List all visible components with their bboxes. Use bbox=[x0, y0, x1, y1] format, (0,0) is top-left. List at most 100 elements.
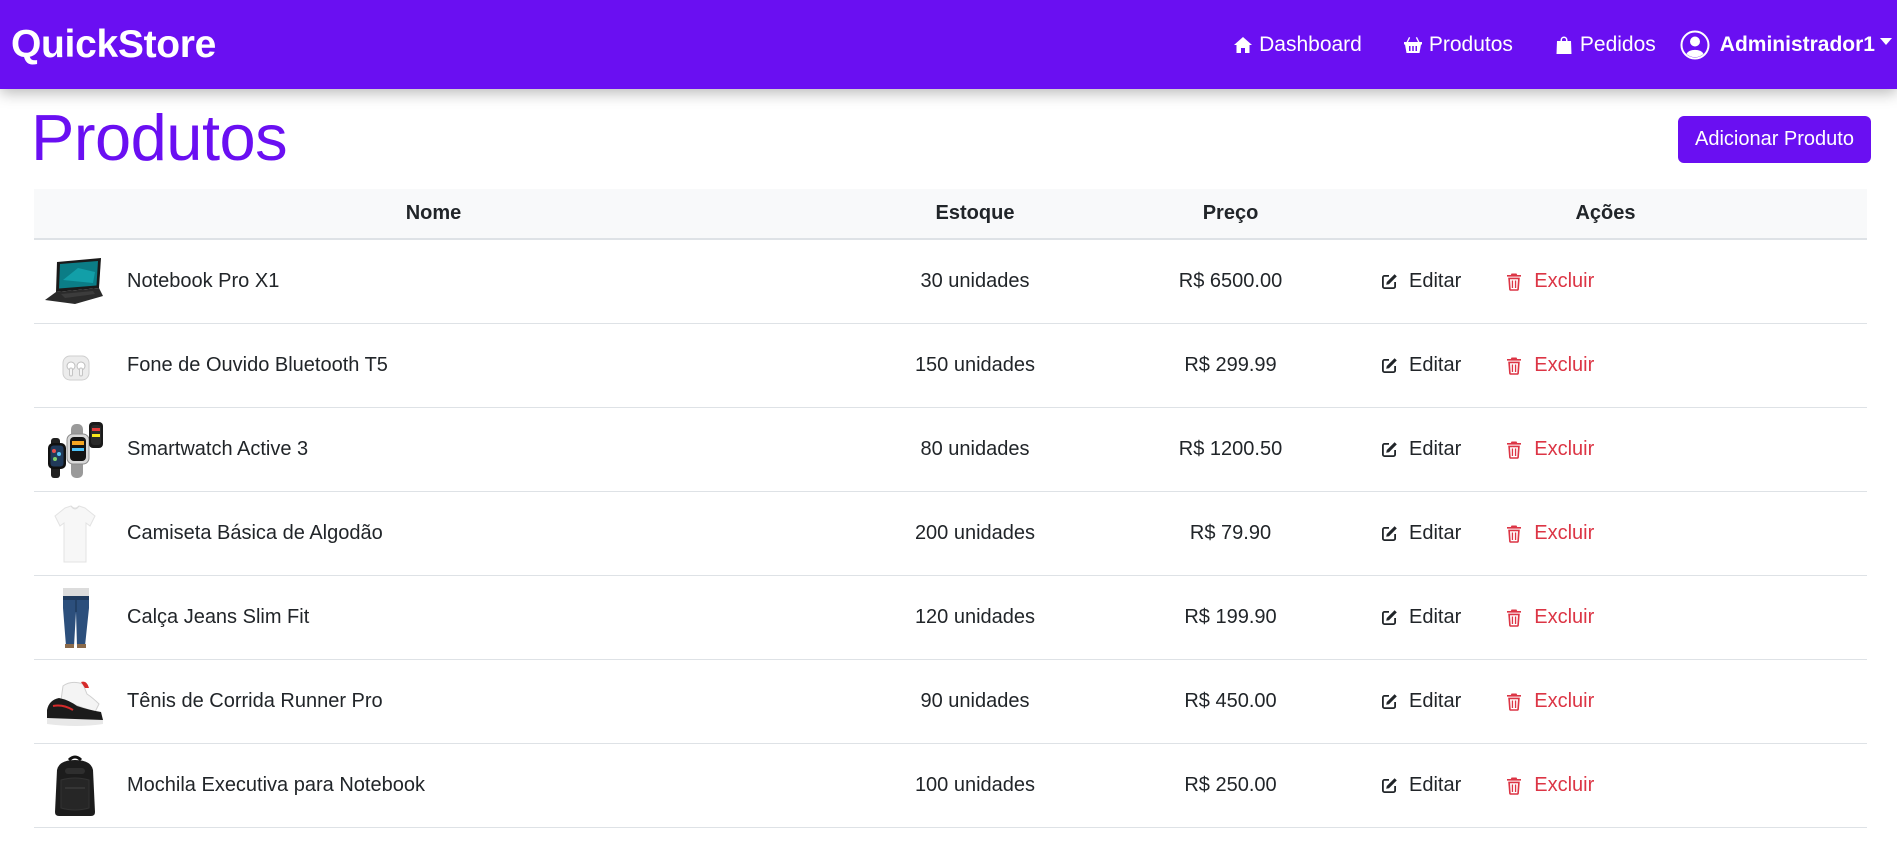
edit-icon bbox=[1382, 609, 1397, 625]
product-stock: 90 unidades bbox=[920, 690, 1030, 712]
product-name: Notebook Pro X1 bbox=[127, 270, 280, 292]
trash-icon bbox=[1507, 357, 1522, 375]
edit-icon bbox=[1382, 357, 1397, 373]
delete-button[interactable]: Excluir bbox=[1504, 522, 1594, 545]
product-stock: 200 unidades bbox=[914, 522, 1036, 544]
add-product-button[interactable]: Adicionar Produto bbox=[1678, 116, 1871, 163]
edit-label: Editar bbox=[1409, 690, 1462, 712]
edit-label: Editar bbox=[1409, 270, 1462, 292]
earbuds-image bbox=[43, 334, 107, 398]
product-stock: 100 unidades bbox=[914, 774, 1036, 796]
user-menu-dropdown[interactable]: Administrador1 bbox=[1680, 30, 1892, 60]
delete-label: Excluir bbox=[1534, 774, 1595, 796]
product-price: R$ 450.00 bbox=[1184, 690, 1277, 712]
nav-dashboard-label: Dashboard bbox=[1259, 32, 1362, 56]
product-name: Smartwatch Active 3 bbox=[127, 438, 309, 460]
top-navbar: QuickStore Dashboard Produtos Pedidos Ad… bbox=[0, 0, 1897, 89]
page-title: Produtos bbox=[31, 101, 288, 174]
laptop-image bbox=[43, 250, 107, 314]
edit-button[interactable]: Editar bbox=[1379, 270, 1461, 293]
nav-orders[interactable]: Pedidos bbox=[1554, 33, 1656, 57]
delete-button[interactable]: Excluir bbox=[1504, 690, 1594, 713]
delete-label: Excluir bbox=[1534, 438, 1595, 460]
user-name: Administrador1 bbox=[1719, 32, 1875, 56]
delete-label: Excluir bbox=[1534, 522, 1595, 544]
delete-button[interactable]: Excluir bbox=[1504, 774, 1594, 797]
table-row-2: Fone de Ouvido Bluetooth T5 150 unidades… bbox=[34, 324, 1867, 408]
product-price: R$ 250.00 bbox=[1184, 774, 1277, 796]
trash-icon bbox=[1507, 609, 1522, 627]
delete-label: Excluir bbox=[1534, 270, 1595, 292]
table-row-6: Tênis de Corrida Runner Pro 90 unidades … bbox=[34, 660, 1867, 744]
table-row-5: Calça Jeans Slim Fit 120 unidades R$ 199… bbox=[34, 576, 1867, 660]
sneaker-image bbox=[43, 670, 107, 734]
trash-icon bbox=[1507, 273, 1522, 291]
header-stock: Estoque bbox=[935, 202, 1015, 224]
shopping-bag-icon bbox=[1556, 36, 1572, 54]
product-stock: 80 unidades bbox=[920, 438, 1030, 460]
edit-label: Editar bbox=[1409, 354, 1462, 376]
trash-icon bbox=[1507, 693, 1522, 711]
edit-button[interactable]: Editar bbox=[1379, 606, 1461, 629]
nav-products[interactable]: Produtos bbox=[1403, 33, 1513, 57]
product-price: R$ 199.90 bbox=[1184, 606, 1277, 628]
nav-dashboard[interactable]: Dashboard bbox=[1233, 33, 1362, 57]
delete-label: Excluir bbox=[1534, 606, 1595, 628]
nav-products-label: Produtos bbox=[1428, 32, 1513, 56]
edit-button[interactable]: Editar bbox=[1379, 438, 1461, 461]
trash-icon bbox=[1507, 777, 1522, 795]
table-row-3: Smartwatch Active 3 80 unidades R$ 1200.… bbox=[34, 408, 1867, 492]
product-name: Fone de Ouvido Bluetooth T5 bbox=[127, 354, 388, 376]
edit-label: Editar bbox=[1409, 522, 1462, 544]
edit-icon bbox=[1382, 777, 1397, 793]
product-price: R$ 79.90 bbox=[1189, 522, 1272, 544]
nav-orders-label: Pedidos bbox=[1579, 32, 1656, 56]
edit-icon bbox=[1382, 525, 1397, 541]
trash-icon bbox=[1507, 441, 1522, 459]
tshirt-image bbox=[43, 502, 107, 566]
product-stock: 30 unidades bbox=[920, 270, 1030, 292]
table-body: Notebook Pro X1 30 unidades R$ 6500.00 E… bbox=[34, 240, 1867, 828]
edit-icon bbox=[1382, 693, 1397, 709]
table-header: Nome Estoque Preço Ações bbox=[34, 189, 1867, 240]
delete-button[interactable]: Excluir bbox=[1504, 354, 1594, 377]
basket-icon bbox=[1403, 36, 1422, 53]
table-row-7: Mochila Executiva para Notebook 100 unid… bbox=[34, 744, 1867, 828]
edit-button[interactable]: Editar bbox=[1379, 774, 1461, 797]
product-stock: 120 unidades bbox=[914, 606, 1036, 628]
delete-button[interactable]: Excluir bbox=[1504, 270, 1594, 293]
delete-button[interactable]: Excluir bbox=[1504, 606, 1594, 629]
delete-label: Excluir bbox=[1534, 354, 1595, 376]
product-name: Calça Jeans Slim Fit bbox=[127, 606, 310, 628]
edit-button[interactable]: Editar bbox=[1379, 522, 1461, 545]
product-stock: 150 unidades bbox=[914, 354, 1036, 376]
products-table: Nome Estoque Preço Ações Notebook Pro X1… bbox=[34, 189, 1867, 828]
delete-button[interactable]: Excluir bbox=[1504, 438, 1594, 461]
header-name: Nome bbox=[405, 202, 462, 224]
edit-button[interactable]: Editar bbox=[1379, 354, 1461, 377]
edit-label: Editar bbox=[1409, 774, 1462, 796]
home-icon bbox=[1234, 36, 1253, 53]
caret-down-icon bbox=[1880, 38, 1892, 45]
main-nav: Dashboard Produtos Pedidos Administrador… bbox=[1233, 0, 1897, 89]
header-actions: Ações bbox=[1575, 202, 1636, 224]
product-price: R$ 1200.50 bbox=[1178, 438, 1283, 460]
trash-icon bbox=[1507, 525, 1522, 543]
user-circle-icon bbox=[1680, 30, 1710, 59]
delete-label: Excluir bbox=[1534, 690, 1595, 712]
product-name: Tênis de Corrida Runner Pro bbox=[127, 690, 383, 712]
edit-label: Editar bbox=[1409, 606, 1462, 628]
jeans-image bbox=[43, 586, 107, 650]
backpack-image bbox=[43, 754, 107, 818]
edit-icon bbox=[1382, 273, 1397, 289]
product-name: Mochila Executiva para Notebook bbox=[127, 774, 425, 796]
edit-icon bbox=[1382, 441, 1397, 457]
product-price: R$ 299.99 bbox=[1184, 354, 1277, 376]
brand-logo[interactable]: QuickStore bbox=[11, 23, 216, 67]
edit-button[interactable]: Editar bbox=[1379, 690, 1461, 713]
table-row-4: Camiseta Básica de Algodão 200 unidades … bbox=[34, 492, 1867, 576]
table-row-1: Notebook Pro X1 30 unidades R$ 6500.00 E… bbox=[34, 240, 1867, 324]
product-price: R$ 6500.00 bbox=[1178, 270, 1283, 292]
smartwatch-image bbox=[43, 418, 107, 482]
header-price: Preço bbox=[1202, 202, 1259, 224]
